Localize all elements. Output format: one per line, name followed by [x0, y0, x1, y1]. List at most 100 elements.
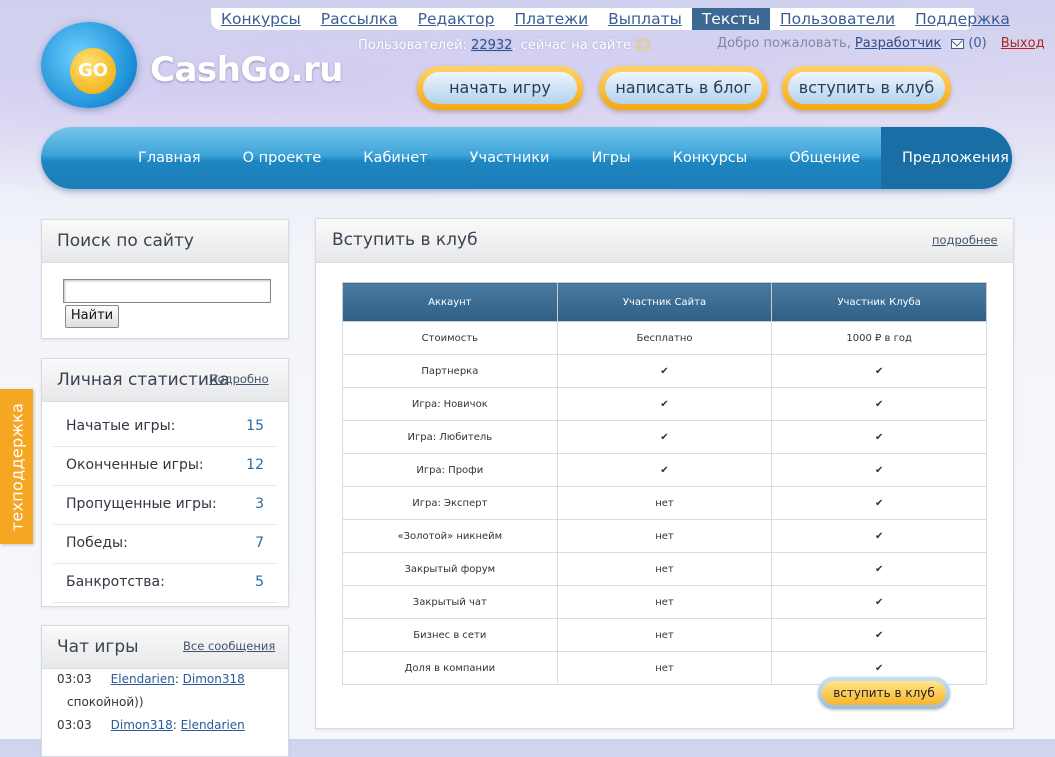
- admin-nav-link[interactable]: Поддержка: [905, 8, 1020, 30]
- table-header-row: Аккаунт Участник Сайта Участник Клуба: [342, 282, 987, 322]
- logo-coin[interactable]: GO: [70, 48, 116, 94]
- table-row: Игра: Эксперт нет ✔: [342, 486, 987, 520]
- main-nav-item[interactable]: Главная: [117, 127, 222, 189]
- join-club-button[interactable]: вступить в клуб: [782, 66, 951, 110]
- stat-label: Начатые игры:: [66, 418, 176, 434]
- stat-value: 3: [255, 496, 264, 512]
- main-nav-item[interactable]: Кабинет: [342, 127, 448, 189]
- admin-nav-link[interactable]: Рассылка: [311, 8, 408, 30]
- admin-nav-link[interactable]: Редактор: [408, 8, 505, 30]
- admin-nav-link[interactable]: Пользователи: [770, 8, 905, 30]
- table-cell: 1000 ₽ в год: [771, 321, 987, 355]
- table-row: Стоимость Бесплатно 1000 ₽ в год: [342, 321, 987, 355]
- main-nav-item[interactable]: Общение: [768, 127, 881, 189]
- join-club-label: вступить в клуб: [788, 72, 945, 104]
- table-cell: Бизнес в сети: [342, 618, 558, 652]
- table-cell: нет: [556, 552, 773, 586]
- table-cell: ✔: [556, 354, 773, 388]
- table-cell: нет: [556, 486, 773, 520]
- chat-all-messages-link[interactable]: Все сообщения: [183, 639, 275, 653]
- table-cell: «Золотой» никнейм: [342, 519, 558, 553]
- table-cell: Партнерка: [342, 354, 558, 388]
- join-club-bottom-button[interactable]: вступить в клуб: [818, 677, 950, 709]
- table-cell: нет: [556, 519, 773, 553]
- table-row: Игра: Любитель ✔ ✔: [342, 420, 987, 454]
- search-panel-title: Поиск по сайту: [57, 231, 194, 251]
- stat-row: Победы: 7: [53, 525, 277, 564]
- admin-nav-link[interactable]: Платежи: [504, 8, 598, 30]
- club-table-body: Стоимость Бесплатно 1000 ₽ в год Партнерка ✔…: [342, 321, 987, 685]
- write-blog-button[interactable]: написать в блог: [599, 66, 768, 110]
- users-total-link[interactable]: 22932: [471, 38, 512, 53]
- table-cell: ✔: [771, 519, 987, 553]
- mail-icon[interactable]: [951, 38, 965, 49]
- search-panel-header: Поиск по сайту: [42, 220, 288, 263]
- logo-text[interactable]: CashGo.ru: [150, 50, 344, 90]
- stat-label: Победы:: [66, 535, 128, 551]
- start-game-button[interactable]: начать игру: [417, 66, 583, 110]
- search-input[interactable]: [63, 279, 271, 303]
- chat-panel-header: Чат игры Все сообщения: [42, 626, 288, 669]
- chat-recipient-link[interactable]: Dimon318: [183, 672, 245, 686]
- table-row: Игра: Профи ✔ ✔: [342, 453, 987, 487]
- table-cell: ✔: [771, 552, 987, 586]
- column-header-account: Аккаунт: [342, 282, 558, 322]
- stat-label: Оконченные игры:: [66, 457, 204, 473]
- chat-time: 03:03: [57, 718, 92, 732]
- table-cell: нет: [556, 585, 773, 619]
- username-link[interactable]: Разработчик: [855, 36, 941, 51]
- table-row: «Золотой» никнейм нет ✔: [342, 519, 987, 553]
- table-cell: Игра: Новичок: [342, 387, 558, 421]
- main-nav-item[interactable]: Игры: [570, 127, 651, 189]
- chat-sender-link[interactable]: Elendarien: [111, 672, 175, 686]
- chat-time: 03:03: [57, 672, 92, 686]
- table-cell: Стоимость: [342, 321, 558, 355]
- table-row: Игра: Новичок ✔ ✔: [342, 387, 987, 421]
- tech-support-tab[interactable]: техподдержка: [0, 389, 33, 544]
- table-cell: Игра: Профи: [342, 453, 558, 487]
- main-nav-item[interactable]: Участники: [449, 127, 571, 189]
- stat-row: Банкротства: 5: [53, 564, 277, 603]
- table-cell: ✔: [771, 618, 987, 652]
- club-panel-title: Вступить в клуб: [332, 230, 478, 250]
- table-row: Партнерка ✔ ✔: [342, 354, 987, 388]
- table-cell: ✔: [771, 420, 987, 454]
- admin-nav-link[interactable]: Тексты: [691, 8, 770, 30]
- column-header-site-member: Участник Сайта: [556, 282, 773, 322]
- welcome-bar: Добро пожаловать, Разработчик (0) Выход: [717, 36, 1045, 51]
- welcome-text: Добро пожаловать,: [717, 36, 851, 51]
- table-cell: Игра: Любитель: [342, 420, 558, 454]
- table-cell: нет: [556, 618, 773, 652]
- admin-nav-link[interactable]: Выплаты: [598, 8, 692, 30]
- column-header-club-member: Участник Клуба: [771, 282, 987, 322]
- search-button[interactable]: Найти: [65, 305, 119, 328]
- table-cell: ✔: [771, 486, 987, 520]
- stat-label: Банкротства:: [66, 574, 165, 590]
- stats-details-link[interactable]: Подробно: [209, 372, 269, 386]
- chat-panel-title: Чат игры: [57, 637, 139, 657]
- chat-sender-link[interactable]: Dimon318: [111, 718, 173, 732]
- club-more-link[interactable]: подробнее: [932, 233, 998, 247]
- users-counter: Пользователей: 22932, сейчас на сайте 22: [358, 38, 652, 53]
- users-middle: , сейчас на сайте: [512, 38, 631, 53]
- chat-message: 03:03 Dimon318: Elendarien: [57, 718, 245, 732]
- logout-link[interactable]: Выход: [1001, 36, 1045, 51]
- table-cell: ✔: [771, 453, 987, 487]
- main-nav: Главная О проекте Кабинет Участники Игры Конк…: [41, 127, 1012, 189]
- stat-value: 7: [255, 535, 264, 551]
- table-cell: ✔: [556, 420, 773, 454]
- club-panel: Вступить в клуб подробнее Аккаунт Участн…: [315, 218, 1014, 729]
- main-nav-item[interactable]: Предложения: [880, 127, 1012, 189]
- users-online: 22: [635, 38, 652, 53]
- table-cell: ✔: [771, 585, 987, 619]
- users-prefix: Пользователей:: [358, 38, 467, 53]
- admin-nav-link[interactable]: Конкурсы: [211, 8, 311, 30]
- table-cell: нет: [556, 651, 773, 685]
- stat-row: Пропущенные игры: 3: [53, 486, 277, 525]
- table-cell: Игра: Эксперт: [342, 486, 558, 520]
- messages-count[interactable]: (0): [968, 36, 986, 51]
- main-nav-item[interactable]: Конкурсы: [652, 127, 769, 189]
- main-nav-item[interactable]: О проекте: [222, 127, 343, 189]
- chat-recipient-link[interactable]: Elendarien: [181, 718, 245, 732]
- main-nav-items: Главная О проекте Кабинет Участники Игры Конк…: [117, 127, 1012, 189]
